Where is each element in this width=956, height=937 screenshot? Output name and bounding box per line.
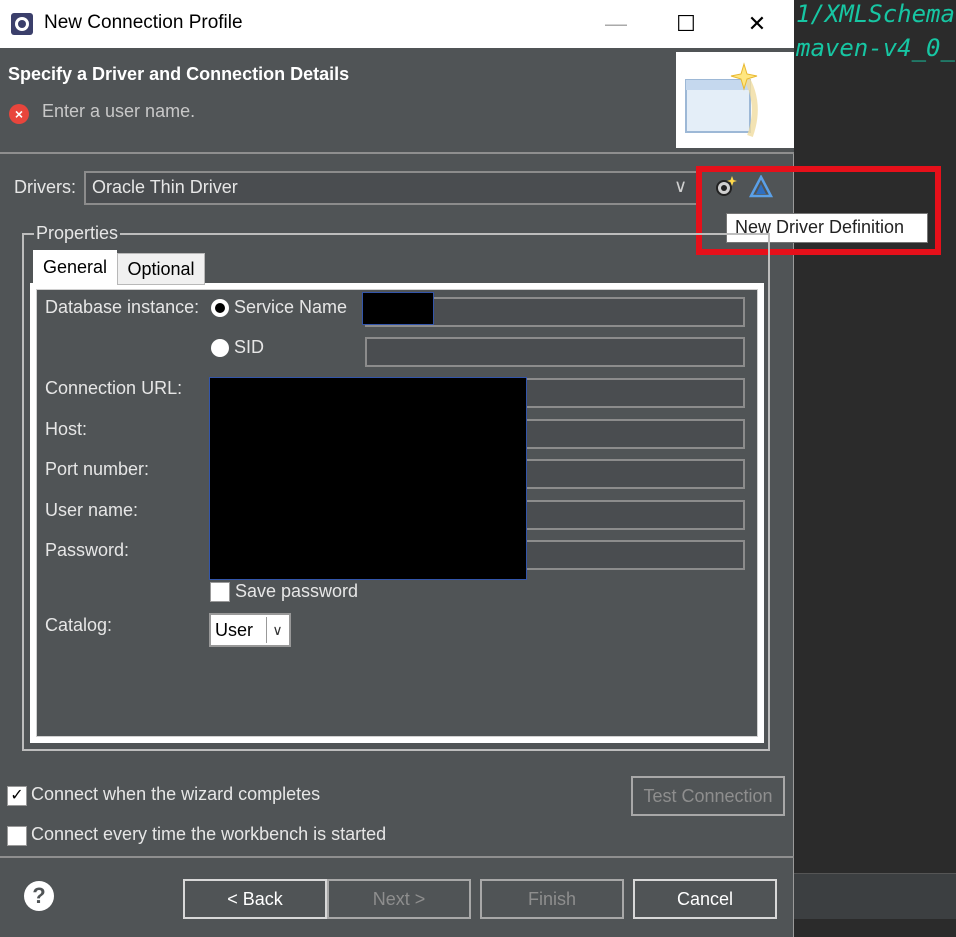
connect-every-time-checkbox[interactable]	[7, 826, 27, 846]
close-icon[interactable]: ✕	[739, 8, 775, 40]
chevron-down-icon[interactable]: ∨	[674, 176, 687, 197]
editor-code-line: maven-v4_0_	[796, 34, 955, 62]
properties-group-label: Properties	[34, 223, 121, 244]
tab-general[interactable]: General	[33, 250, 117, 288]
eclipse-app-icon	[11, 13, 33, 35]
service-name-label: Service Name	[234, 297, 348, 317]
save-password-checkbox[interactable]	[210, 582, 230, 602]
service-name-radio[interactable]	[211, 299, 229, 317]
connection-url-label: Connection URL:	[45, 378, 183, 398]
window-title: New Connection Profile	[44, 12, 243, 33]
catalog-label: Catalog:	[45, 615, 113, 635]
host-label: Host:	[45, 419, 88, 439]
sid-radio[interactable]	[211, 339, 229, 357]
chevron-down-icon[interactable]: ∨	[266, 617, 288, 643]
test-connection-button[interactable]: Test Connection	[631, 776, 785, 816]
minimize-icon[interactable]: —	[598, 8, 634, 40]
port-number-label: Port number:	[45, 459, 150, 479]
sid-label: SID	[234, 337, 265, 357]
finish-button[interactable]: Finish	[480, 879, 624, 919]
connect-when-complete-label: Connect when the wizard completes	[31, 784, 321, 804]
separator	[0, 152, 794, 154]
connect-when-complete-checkbox[interactable]: ✓	[7, 786, 27, 806]
back-button[interactable]: < Back	[183, 879, 327, 919]
wizard-banner-image	[676, 52, 794, 148]
editor-status-area	[794, 873, 956, 919]
connect-every-time-label: Connect every time the workbench is star…	[31, 824, 387, 844]
user-name-label: User name:	[45, 500, 139, 520]
editor-code-line: 1/XMLSchema	[796, 0, 955, 28]
catalog-value: User	[215, 620, 254, 640]
database-instance-label: Database instance:	[45, 297, 200, 317]
save-password-label: Save password	[235, 581, 359, 601]
tab-optional[interactable]: Optional	[117, 253, 205, 285]
background-editor: 1/XMLSchema maven-v4_0_	[794, 0, 956, 937]
banner-title: Specify a Driver and Connection Details	[8, 64, 350, 84]
banner-message: Enter a user name.	[42, 101, 196, 121]
maximize-icon[interactable]: ☐	[668, 8, 704, 40]
cancel-button[interactable]: Cancel	[633, 879, 777, 919]
sid-field[interactable]	[365, 337, 745, 367]
separator	[0, 856, 794, 858]
next-button[interactable]: Next >	[327, 879, 471, 919]
help-icon[interactable]: ?	[24, 881, 54, 911]
drivers-combo-value: Oracle Thin Driver	[92, 177, 238, 197]
error-icon: ×	[9, 104, 29, 124]
drivers-label: Drivers:	[14, 177, 76, 197]
redacted-block	[209, 377, 527, 580]
redacted-block	[362, 292, 434, 325]
password-label: Password:	[45, 540, 130, 560]
